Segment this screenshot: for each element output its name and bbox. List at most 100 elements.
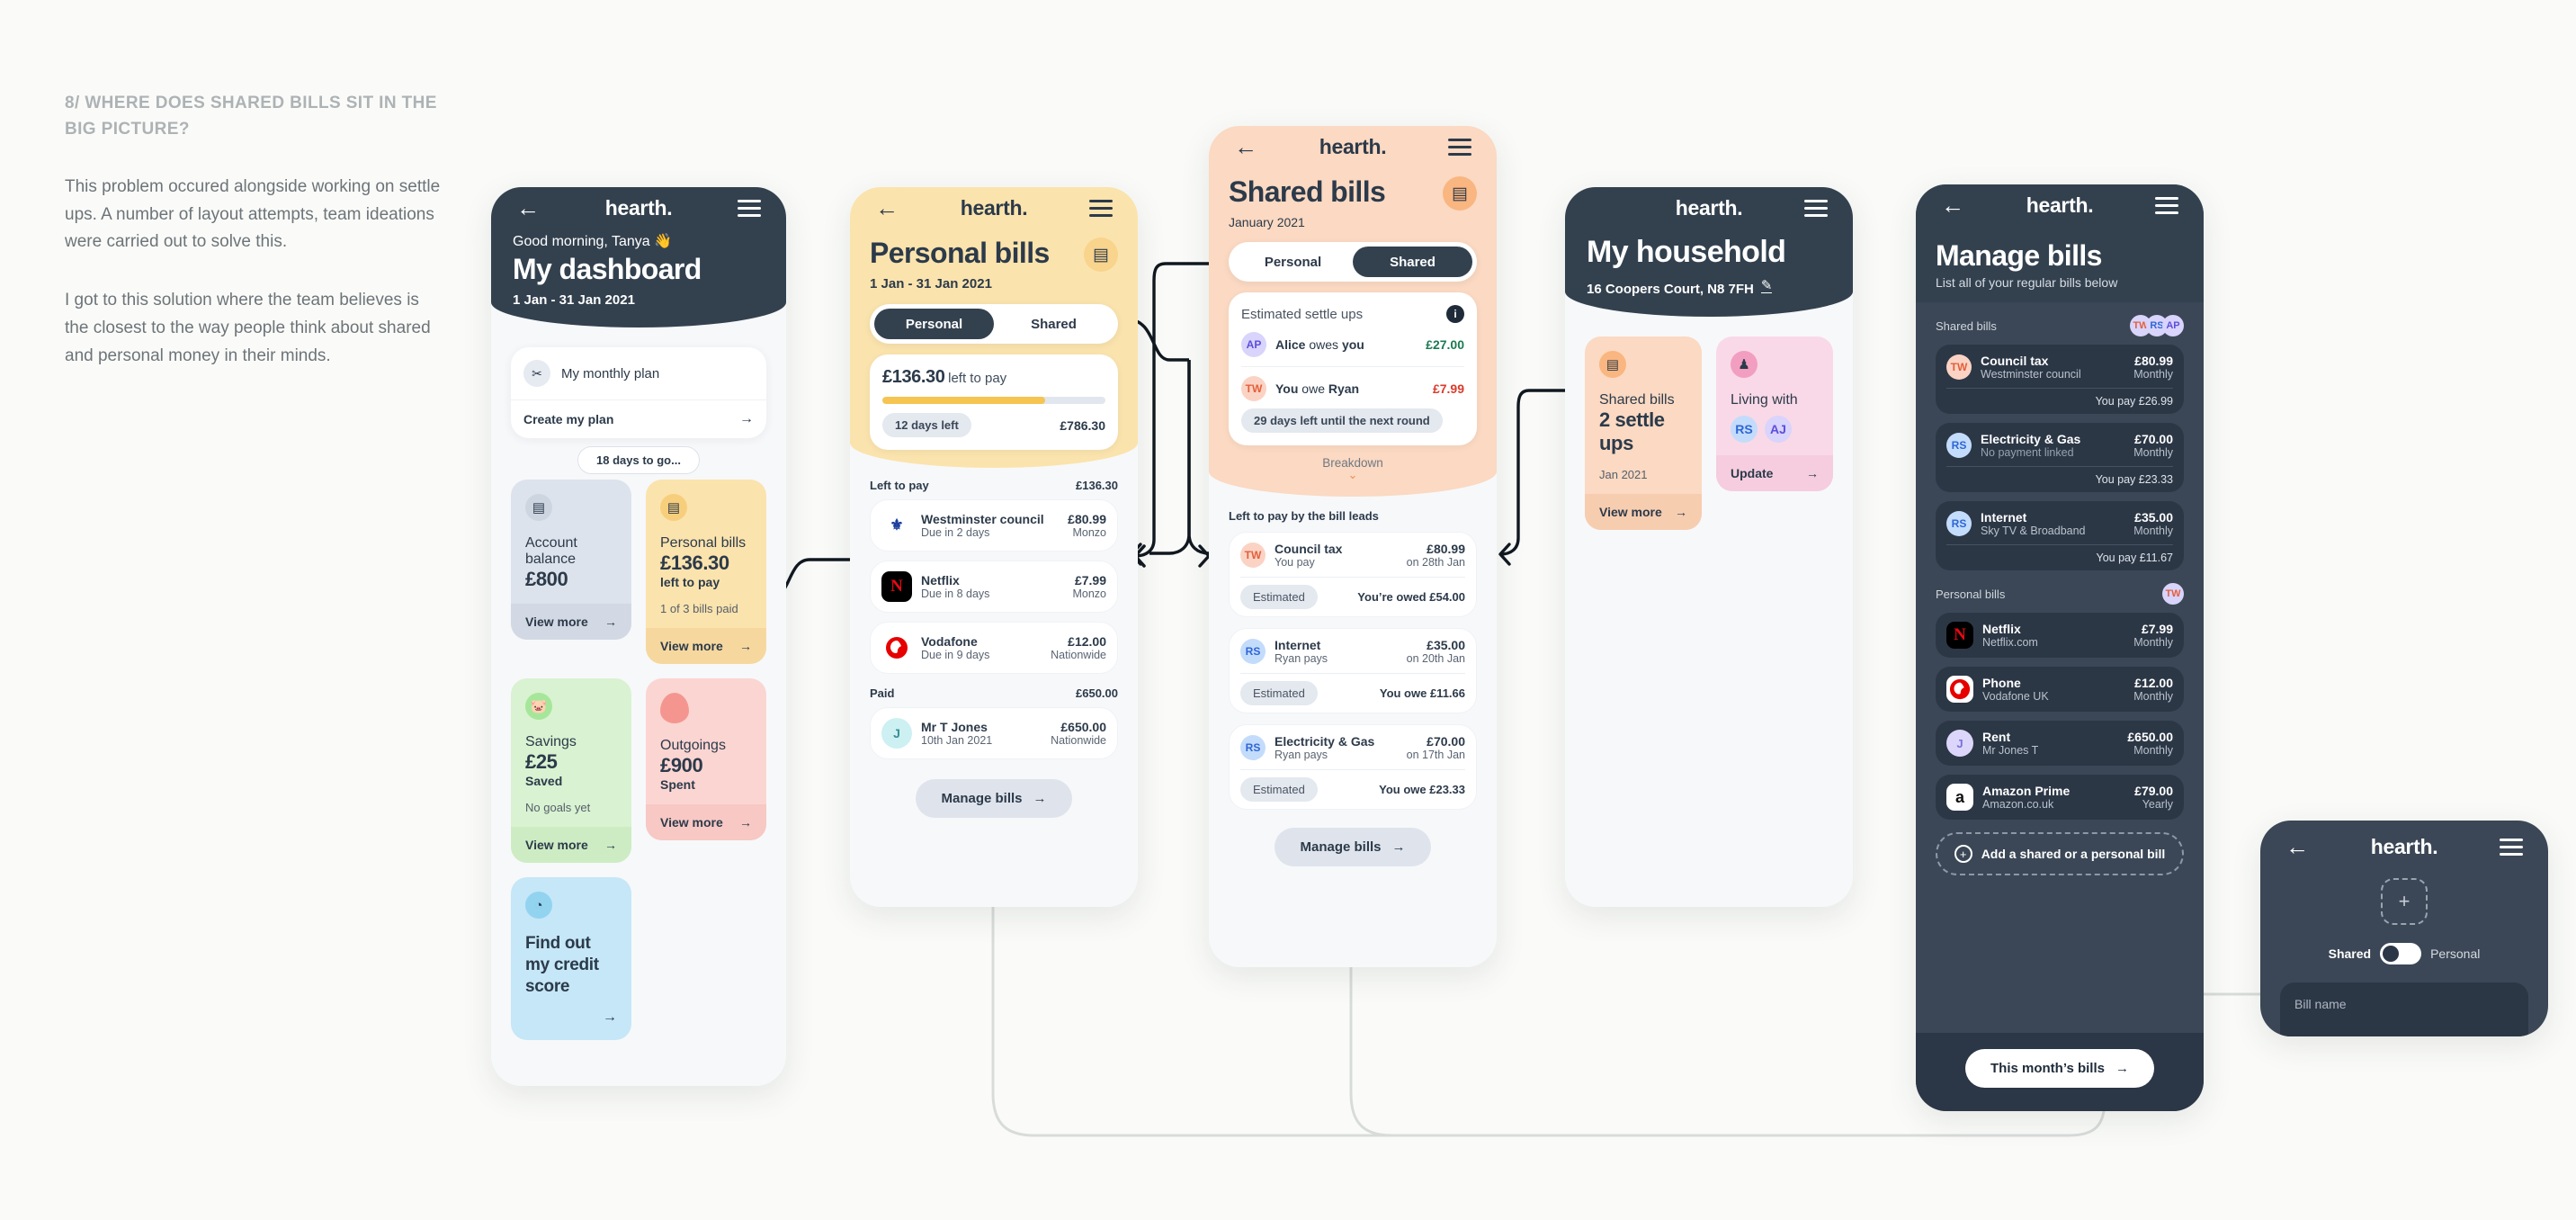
bill-due: Due in 2 days — [921, 526, 990, 540]
this-months-bills-button[interactable]: This month’s bills → — [1965, 1049, 2154, 1088]
menu-icon[interactable] — [738, 195, 761, 221]
card-living-with[interactable]: ♟ Living with RS AJ Update → — [1716, 336, 1833, 492]
arrow-right-icon: → — [604, 838, 617, 853]
progress-fill — [882, 397, 1046, 405]
lead-card[interactable]: RS Internet Ryan pays £35.00 on 20th Jan… — [1229, 627, 1477, 713]
manage-bill-row[interactable]: a Amazon Prime Amazon.co.uk £79.00 Yearl… — [1936, 775, 2184, 821]
manage-bill-row[interactable]: J Rent Mr Jones T £650.00 Monthly — [1936, 721, 2184, 767]
tab-shared[interactable]: Shared — [1353, 247, 1472, 278]
card-note: Jan 2021 — [1599, 468, 1648, 482]
shared-bills-label: Shared bills — [1936, 318, 1997, 333]
lead-card[interactable]: TW Council tax You pay £80.99 on 28th Ja… — [1229, 531, 1477, 617]
card-cta[interactable]: View more → — [646, 804, 766, 841]
back-icon[interactable]: ← — [1941, 193, 1964, 217]
arrow-right-icon: → — [1033, 791, 1047, 807]
arrow-right-icon: → — [739, 639, 752, 654]
card-outgoings[interactable]: Outgoings £900 Spent View more → — [646, 678, 766, 841]
date-range: January 2021 — [1229, 215, 1305, 230]
bill-frequency: Monthly — [2133, 368, 2173, 381]
add-bill-button[interactable]: + Add a shared or a personal bill — [1936, 832, 2184, 876]
manage-bills-button[interactable]: Manage bills → — [916, 779, 1072, 819]
card-credit-score[interactable]: ◔ Find out my credit score → — [511, 877, 631, 1041]
bill-amount: £650.00 — [2127, 730, 2173, 745]
card-cta[interactable]: View more → — [511, 604, 631, 641]
bill-name-field[interactable]: Bill name — [2280, 982, 2528, 1036]
estimated-tag: Estimated — [1240, 680, 1318, 705]
bill-frequency: Monthly — [2133, 690, 2173, 704]
settle-row[interactable]: AP Alice owes you £27.00 — [1241, 323, 1464, 368]
menu-icon[interactable] — [2500, 834, 2523, 860]
bill-frequency: Monthly — [2133, 744, 2173, 758]
shared-personal-toggle[interactable] — [2380, 943, 2422, 964]
bill-frequency: Monthly — [2133, 636, 2173, 650]
card-cta[interactable]: Update → — [1716, 455, 1833, 492]
card-cta[interactable]: View more → — [1585, 494, 1702, 531]
avatar: AP — [1241, 332, 1266, 358]
info-icon[interactable]: i — [1446, 305, 1464, 324]
settle-verb: owe — [1298, 381, 1328, 397]
netflix-icon: N — [881, 571, 912, 603]
arrow-right-icon: → — [1806, 466, 1819, 481]
manage-bill-row[interactable]: TW Council tax Westminster council £80.9… — [1936, 345, 2184, 415]
bills-tab-switch[interactable]: Personal Shared — [1229, 242, 1477, 283]
back-icon[interactable]: ← — [516, 196, 540, 220]
lead-card[interactable]: RS Electricity & Gas Ryan pays £70.00 on… — [1229, 723, 1477, 810]
greeting-text: Good morning, Tanya 👋 — [513, 234, 673, 249]
bill-row[interactable]: ⚜ Westminster council Due in 2 days £80.… — [870, 499, 1118, 552]
card-cta[interactable]: View more → — [646, 628, 766, 665]
menu-icon[interactable] — [2155, 193, 2178, 219]
bill-row[interactable]: Vodafone Due in 9 days £12.00 Nationwide — [870, 622, 1118, 675]
monthly-plan-card[interactable]: ✂ My monthly plan Create my plan → — [511, 347, 766, 439]
menu-icon[interactable] — [1804, 195, 1828, 221]
bill-name: Netflix — [1982, 622, 2021, 637]
personal-header: ← hearth. Personal bills 1 Jan - 31 Jan … — [850, 187, 1138, 469]
arrow-right-icon: → — [1675, 505, 1687, 520]
manage-bill-row[interactable]: N Netflix Netflix.com £7.99 Monthly — [1936, 613, 2184, 659]
manage-bottom-bar: This month’s bills → — [1916, 1033, 2204, 1111]
personal-topbar: ← hearth. — [850, 187, 1138, 229]
menu-icon[interactable] — [1448, 134, 1471, 160]
card-cta[interactable]: View more → — [511, 827, 631, 864]
edit-icon[interactable]: ✎ — [1760, 279, 1773, 293]
annotation-block: 8/ WHERE DOES SHARED BILLS SIT IN THE BI… — [65, 90, 443, 370]
summary-card: £136.30 left to pay 12 days left £786.30 — [870, 354, 1118, 451]
menu-icon[interactable] — [1089, 195, 1113, 221]
brand-logo: hearth. — [1675, 195, 1743, 220]
household-topbar: ← hearth. — [1565, 187, 1853, 229]
lead-payer: Ryan pays — [1275, 651, 1328, 665]
arrow-right-icon[interactable]: → — [511, 1009, 631, 1040]
manage-bill-row[interactable]: Phone Vodafone UK £12.00 Monthly — [1936, 667, 2184, 713]
brand-logo: hearth. — [2026, 193, 2094, 217]
bill-provider: Sky TV & Broadband — [1981, 525, 2086, 538]
card-savings[interactable]: 🐷 Savings £25 Saved No goals yet View mo… — [511, 678, 631, 864]
bill-row[interactable]: N Netflix Due in 8 days £7.99 Monzo — [870, 561, 1118, 614]
card-amount: £25 — [525, 750, 558, 774]
bills-tab-switch[interactable]: Personal Shared — [870, 304, 1118, 345]
back-icon[interactable]: ← — [2285, 835, 2309, 858]
create-plan-row[interactable]: Create my plan → — [511, 399, 766, 438]
manage-bill-row[interactable]: RS Internet Sky TV & Broadband £35.00 Mo… — [1936, 501, 2184, 571]
chevron-down-icon[interactable]: ⌄ — [1209, 469, 1497, 480]
tab-shared[interactable]: Shared — [994, 309, 1114, 339]
avatar: RS — [1731, 416, 1758, 444]
phone-manage-bills: ← hearth. Manage bills List all of your … — [1916, 184, 2204, 1111]
bill-row[interactable]: J Mr T Jones 10th Jan 2021 £650.00 Natio… — [870, 707, 1118, 760]
tab-personal[interactable]: Personal — [874, 309, 994, 340]
card-shared-bills[interactable]: ▤ Shared bills 2 settle ups Jan 2021 Vie… — [1585, 336, 1702, 531]
avatar: AP — [2162, 315, 2184, 337]
days-to-go-chip: 18 days to go... — [577, 446, 700, 475]
card-amount: £800 — [525, 568, 568, 591]
bill-amount: £12.00 — [2134, 676, 2173, 691]
tab-personal[interactable]: Personal — [1233, 247, 1353, 277]
card-personal-bills[interactable]: ▤ Personal bills £136.30 left to pay 1 o… — [646, 480, 766, 665]
annotation-paragraph-2: I got to this solution where the team be… — [65, 291, 431, 365]
settle-row[interactable]: TW You owe Ryan £7.99 — [1241, 367, 1464, 408]
manage-bills-button[interactable]: Manage bills → — [1275, 827, 1431, 866]
add-logo-placeholder[interactable]: + — [2381, 878, 2428, 925]
card-cta-label: View more — [660, 639, 723, 654]
settle-object: Ryan — [1328, 381, 1360, 397]
manage-bill-row[interactable]: RS Electricity & Gas No payment linked £… — [1936, 423, 2184, 493]
back-icon[interactable]: ← — [1234, 135, 1257, 158]
card-account-balance[interactable]: ▤ Account balance £800 View more → — [511, 480, 631, 641]
back-icon[interactable]: ← — [875, 196, 899, 220]
